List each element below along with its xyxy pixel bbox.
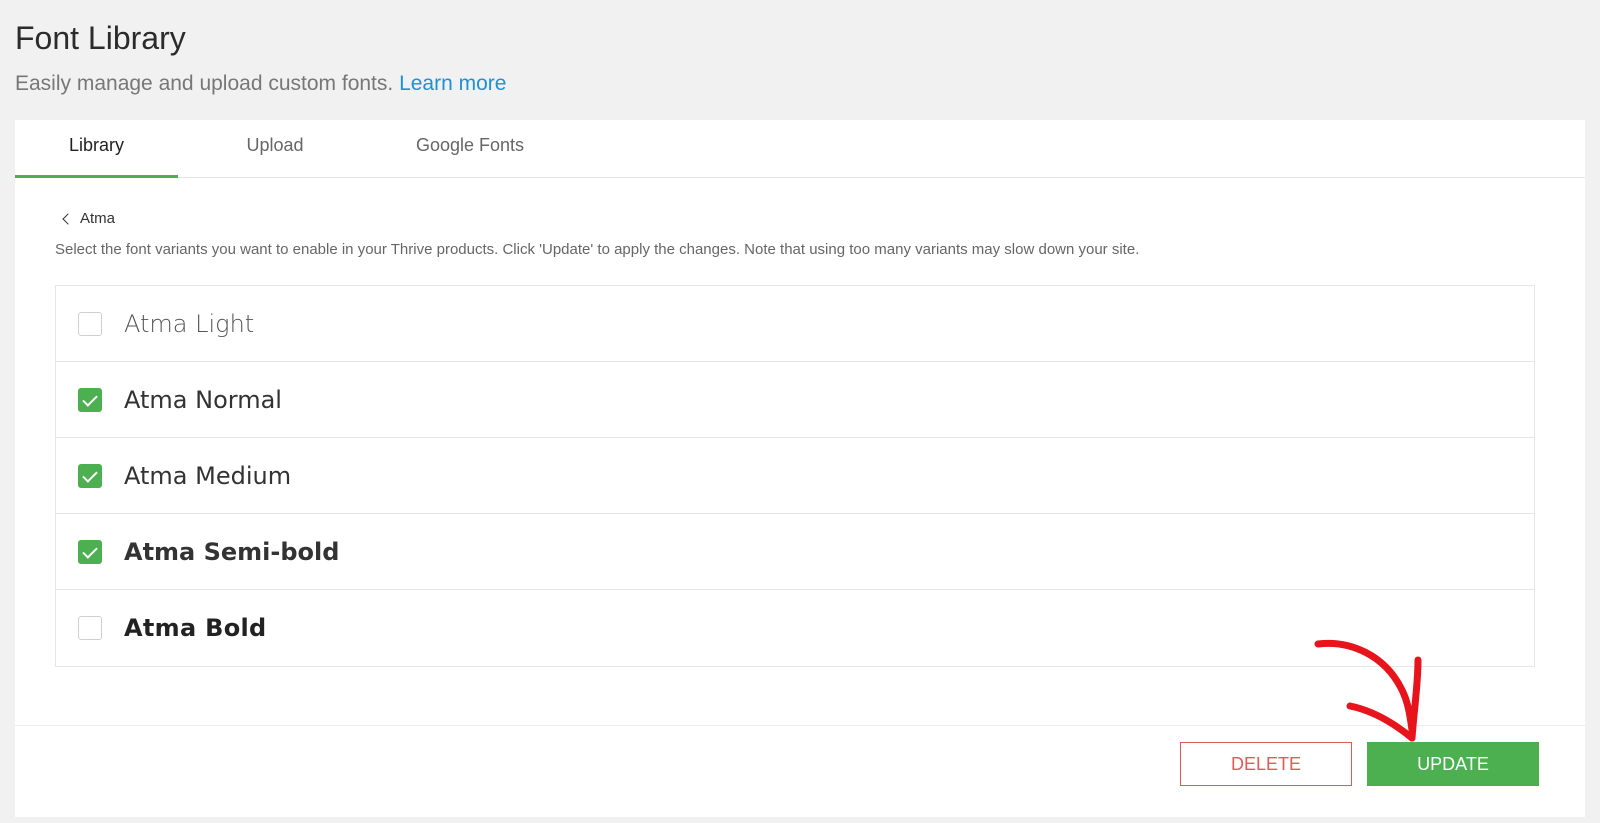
page-title: Font Library: [15, 20, 186, 56]
font-family-name: Atma: [80, 210, 116, 227]
variant-row-medium[interactable]: Atma Medium: [56, 438, 1534, 514]
variant-checkbox-medium[interactable]: [78, 463, 102, 488]
variant-checkbox-light[interactable]: [78, 311, 102, 336]
tab-library[interactable]: Library: [15, 120, 178, 178]
variant-row-normal[interactable]: Atma Normal: [56, 362, 1534, 438]
learn-more-link[interactable]: Learn more: [399, 72, 506, 95]
tab-upload[interactable]: Upload: [215, 120, 335, 178]
variant-checkbox-semibold[interactable]: [78, 539, 102, 564]
variant-label-bold[interactable]: Atma Bold: [124, 614, 267, 642]
variant-label-normal[interactable]: Atma Normal: [124, 386, 282, 414]
page-header: Font Library Easily manage and upload cu…: [15, 18, 506, 98]
instructions-text: Select the font variants you want to ena…: [55, 241, 1140, 258]
variant-label-light[interactable]: Atma Light: [124, 310, 254, 338]
variant-row-semibold[interactable]: Atma Semi-bold: [56, 514, 1534, 590]
page-subtitle: Easily manage and upload custom fonts. L…: [15, 70, 506, 98]
subtitle-text: Easily manage and upload custom fonts.: [15, 72, 394, 95]
variant-checkbox-normal[interactable]: [78, 387, 102, 412]
annotation-arrow-icon: [1314, 639, 1422, 742]
variant-label-semibold[interactable]: Atma Semi-bold: [124, 538, 339, 566]
chevron-left-icon: [62, 212, 74, 225]
variant-checkbox-bold[interactable]: [78, 616, 102, 640]
variant-label-medium[interactable]: Atma Medium: [124, 462, 291, 490]
back-to-library-link[interactable]: Atma: [60, 210, 115, 227]
variant-list: Atma Light Atma Normal Atma Medium Atma …: [55, 285, 1535, 667]
tab-google-fonts[interactable]: Google Fonts: [395, 120, 545, 178]
variant-row-light[interactable]: Atma Light: [56, 286, 1534, 362]
tab-bar: Library Upload Google Fonts: [15, 120, 1585, 178]
